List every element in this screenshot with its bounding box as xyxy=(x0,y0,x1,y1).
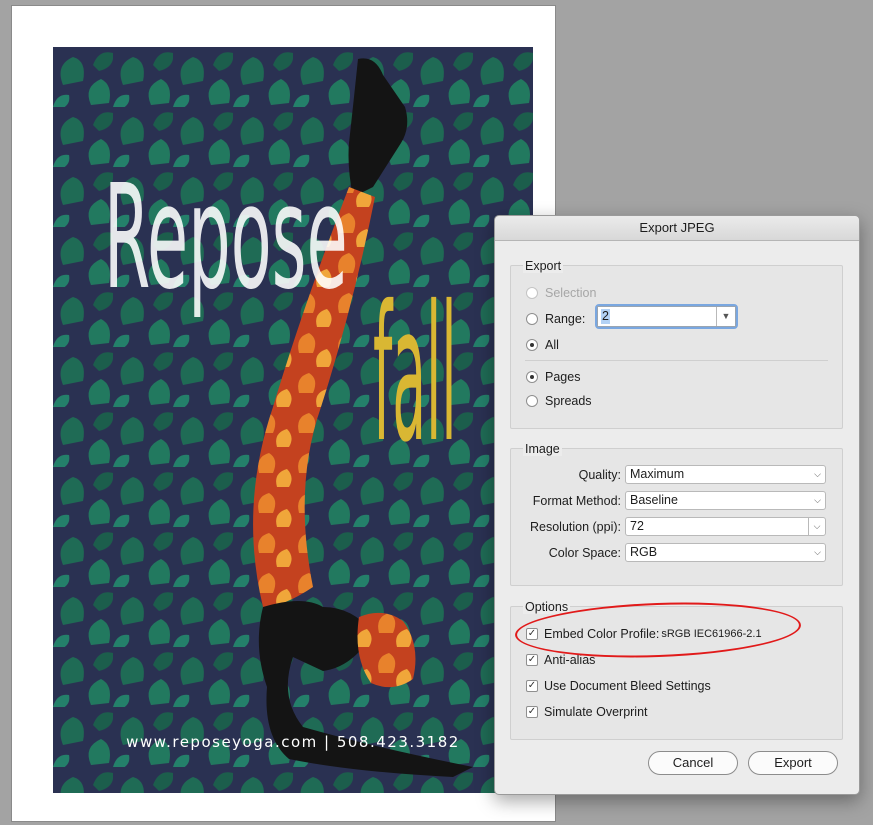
simulate-overprint-label: Simulate Overprint xyxy=(544,705,648,719)
format-method-value: Baseline xyxy=(630,493,678,507)
anti-alias-label: Anti-alias xyxy=(544,653,596,667)
color-space-select[interactable]: RGB ⌵ xyxy=(625,543,826,562)
all-radio-dot[interactable] xyxy=(526,339,538,351)
spreads-radio[interactable]: Spreads xyxy=(526,393,592,409)
poster-illustration: Repose fall xyxy=(53,47,533,793)
resolution-label: Resolution (ppi): xyxy=(529,520,621,534)
document-bleed-label: Use Document Bleed Settings xyxy=(544,679,711,693)
dialog-title: Export JPEG xyxy=(495,216,859,241)
chevron-down-icon[interactable]: ▼ xyxy=(716,307,735,326)
embed-color-profile-label: Embed Color Profile: xyxy=(544,627,660,641)
poster-artwork: Repose fall www.reposeyoga.com | 508.423… xyxy=(53,47,533,793)
chevron-down-icon: ⌵ xyxy=(814,469,821,479)
document-page: Repose fall www.reposeyoga.com | 508.423… xyxy=(12,6,555,821)
export-button[interactable]: Export xyxy=(748,751,838,775)
color-space-label: Color Space: xyxy=(548,546,621,560)
quality-select[interactable]: Maximum ⌵ xyxy=(625,465,826,484)
export-group-label: Export xyxy=(523,259,564,273)
format-method-label: Format Method: xyxy=(532,494,621,508)
chevron-down-icon: ⌵ xyxy=(814,547,821,557)
checkmark-icon[interactable]: ✓ xyxy=(526,706,538,718)
pages-radio-dot[interactable] xyxy=(526,371,538,383)
selection-radio: Selection xyxy=(526,285,596,301)
checkmark-icon[interactable]: ✓ xyxy=(526,628,538,640)
pages-radio[interactable]: Pages xyxy=(526,369,580,385)
pages-radio-label: Pages xyxy=(545,370,581,384)
quality-label: Quality: xyxy=(578,468,621,482)
poster-title-fall: fall xyxy=(373,265,457,483)
chevron-down-icon: ⌵ xyxy=(814,495,821,505)
export-group: Export Selection Range: All Pages Spread… xyxy=(510,259,843,429)
range-combobox[interactable]: 2 ▼ xyxy=(597,306,736,327)
all-radio[interactable]: All xyxy=(526,337,559,353)
range-radio-label: Range: xyxy=(545,312,586,326)
cancel-button[interactable]: Cancel xyxy=(648,751,738,775)
embed-color-profile-checkbox[interactable]: ✓ Embed Color Profile: sRGB IEC61966-2.1 xyxy=(526,626,762,642)
selection-radio-label: Selection xyxy=(545,286,597,300)
format-method-select[interactable]: Baseline ⌵ xyxy=(625,491,826,510)
range-radio-dot[interactable] xyxy=(526,313,538,325)
anti-alias-checkbox[interactable]: ✓ Anti-alias xyxy=(526,652,595,668)
all-radio-label: All xyxy=(545,338,559,352)
quality-value: Maximum xyxy=(630,467,685,481)
chevron-down-icon[interactable]: ⌵ xyxy=(808,518,825,535)
checkmark-icon[interactable]: ✓ xyxy=(526,654,538,666)
poster-title-repose: Repose xyxy=(104,155,348,322)
image-group-label: Image xyxy=(523,442,562,456)
resolution-combobox[interactable]: 72 ⌵ xyxy=(625,517,826,536)
export-divider xyxy=(525,360,828,361)
image-group: Image Quality: Maximum ⌵ Format Method: … xyxy=(510,442,843,586)
spreads-radio-label: Spreads xyxy=(545,394,592,408)
checkmark-icon[interactable]: ✓ xyxy=(526,680,538,692)
poster-contact-line: www.reposeyoga.com | 508.423.3182 xyxy=(126,733,460,751)
document-bleed-checkbox[interactable]: ✓ Use Document Bleed Settings xyxy=(526,678,711,694)
simulate-overprint-checkbox[interactable]: ✓ Simulate Overprint xyxy=(526,704,648,720)
range-value[interactable]: 2 xyxy=(601,309,610,324)
embed-color-profile-value: sRGB IEC61966-2.1 xyxy=(661,628,762,640)
options-group-label: Options xyxy=(523,600,571,614)
color-space-value: RGB xyxy=(630,545,658,559)
resolution-value[interactable]: 72 xyxy=(630,519,644,533)
selection-radio-dot xyxy=(526,287,538,299)
spreads-radio-dot[interactable] xyxy=(526,395,538,407)
options-group: Options ✓ Embed Color Profile: sRGB IEC6… xyxy=(510,600,843,740)
range-radio[interactable]: Range: xyxy=(526,311,585,327)
export-jpeg-dialog: Export JPEG Export Selection Range: All … xyxy=(494,215,860,795)
